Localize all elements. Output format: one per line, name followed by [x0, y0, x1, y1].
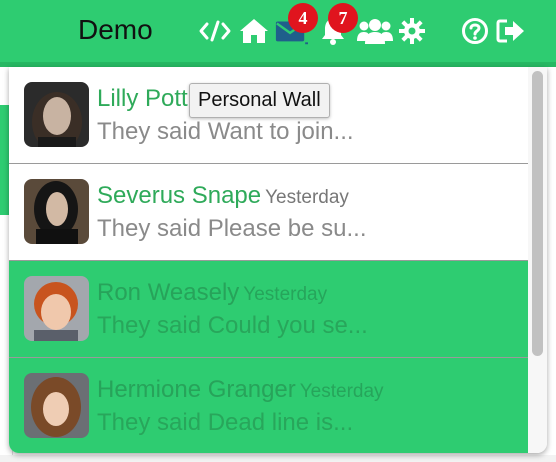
dropdown-scrollbar[interactable]: [528, 67, 547, 453]
home-icon[interactable]: [237, 14, 271, 48]
page-background-bottom: [0, 455, 556, 462]
message-preview: They said Dead line is...: [97, 409, 354, 436]
messages-dropdown: Lilly Pott They said Want to join... Sev…: [9, 67, 547, 453]
gear-icon[interactable]: [395, 14, 429, 48]
message-preview: They said Please be su...: [97, 215, 367, 242]
message-preview: They said Could you se...: [97, 312, 368, 339]
avatar: [24, 373, 89, 438]
avatar: [24, 179, 89, 244]
code-icon[interactable]: [198, 14, 232, 48]
brand-title[interactable]: Demo: [78, 12, 153, 48]
message-item[interactable]: Hermione Granger Yesterday They said Dead…: [9, 358, 528, 453]
sign-out-icon[interactable]: [494, 14, 528, 48]
avatar: [24, 82, 89, 147]
messages-badge: 4: [288, 3, 318, 33]
top-navbar: Demo 4 7: [0, 0, 556, 62]
sender-name: Severus Snape Yesterday: [97, 182, 349, 209]
message-item[interactable]: Ron Weasely Yesterday They said Could you…: [9, 261, 528, 358]
message-preview: They said Want to join...: [97, 118, 354, 145]
users-icon[interactable]: [356, 14, 394, 48]
message-item[interactable]: Severus Snape Yesterday They said Please …: [9, 164, 528, 261]
question-circle-icon[interactable]: [458, 14, 492, 48]
tooltip: Personal Wall: [189, 83, 330, 118]
page-background-accent: [0, 105, 9, 215]
notifications-badge: 7: [328, 3, 358, 33]
sender-name: Hermione Granger Yesterday: [97, 376, 384, 403]
app-root: Demo 4 7 Lilly Pott They said Want to jo…: [0, 0, 556, 462]
scrollbar-thumb[interactable]: [532, 71, 543, 356]
sender-name: Ron Weasely Yesterday: [97, 279, 328, 306]
avatar: [24, 276, 89, 341]
sender-name: Lilly Pott: [97, 85, 188, 112]
